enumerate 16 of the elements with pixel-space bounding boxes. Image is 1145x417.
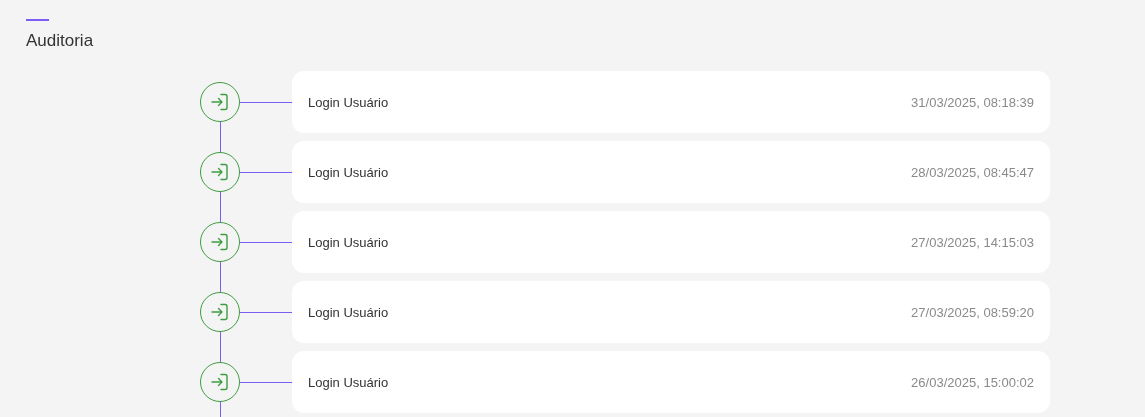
page-title: Auditoria: [26, 31, 95, 51]
event-timestamp: 26/03/2025, 15:00:02: [911, 374, 1034, 390]
event-timestamp: 31/03/2025, 08:18:39: [911, 94, 1034, 110]
event-label: Login Usuário: [308, 304, 389, 320]
event-card[interactable]: Login Usuário 27/03/2025, 08:59:20: [292, 281, 1050, 343]
event-label: Login Usuário: [308, 164, 389, 180]
event-label: Login Usuário: [308, 374, 389, 390]
event-card[interactable]: Login Usuário 31/03/2025, 08:18:39: [292, 71, 1050, 133]
event-timestamp: 28/03/2025, 08:45:47: [911, 164, 1034, 180]
event-card[interactable]: Login Usuário 27/03/2025, 14:15:03: [292, 211, 1050, 273]
event-label: Login Usuário: [308, 94, 389, 110]
event-card[interactable]: Login Usuário 26/03/2025, 15:00:02: [292, 351, 1050, 413]
event-label: Login Usuário: [308, 234, 389, 250]
event-timestamp: 27/03/2025, 14:15:03: [911, 234, 1034, 250]
event-card[interactable]: Login Usuário 28/03/2025, 08:45:47: [292, 141, 1050, 203]
event-timestamp: 27/03/2025, 08:59:20: [911, 304, 1034, 320]
